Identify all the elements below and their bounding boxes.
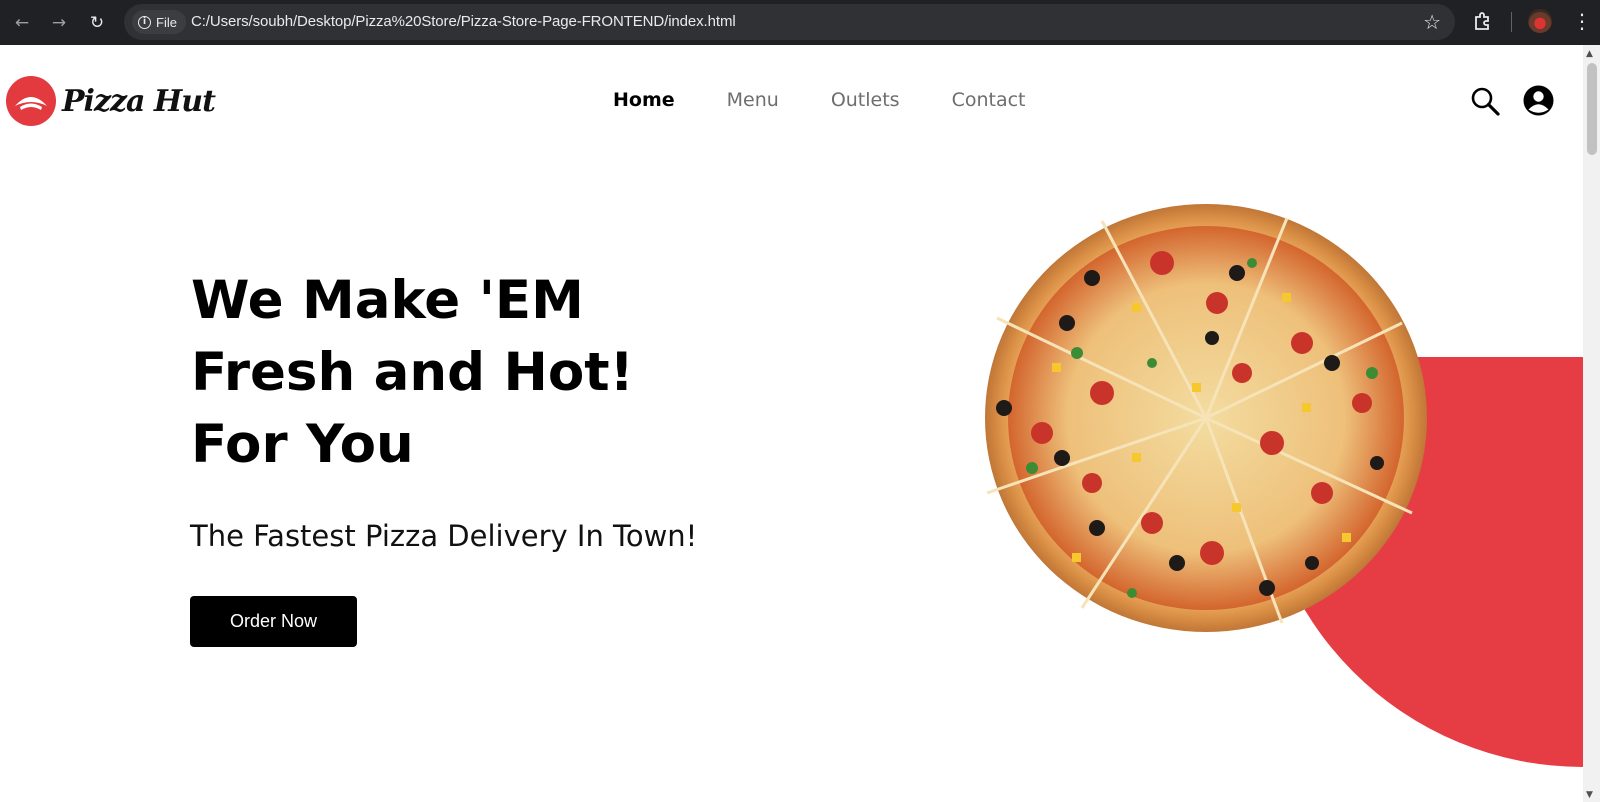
search-icon[interactable]: [1470, 86, 1500, 116]
hero-subtitle: The Fastest Pizza Delivery In Town!: [190, 519, 698, 553]
browser-menu-icon[interactable]: ⋮: [1572, 10, 1592, 32]
hero-title-line: We Make 'EM: [191, 270, 584, 331]
main-nav: Home Menu Outlets Contact: [613, 89, 1078, 111]
info-icon: i: [138, 15, 151, 29]
page-scrollbar[interactable]: ▲ ▼: [1583, 45, 1600, 802]
logo-wordmark: Pizza Hut: [62, 83, 216, 119]
logo[interactable]: Pizza Hut: [6, 76, 216, 126]
hero-title-line: Fresh and Hot!: [191, 342, 634, 403]
logo-roof-icon: [6, 76, 56, 126]
nav-menu[interactable]: Menu: [727, 89, 779, 111]
profile-avatar[interactable]: [1528, 9, 1552, 33]
scroll-up-arrow-icon[interactable]: ▲: [1586, 49, 1593, 59]
pizza-image: [985, 204, 1427, 632]
scroll-down-arrow-icon[interactable]: ▼: [1586, 790, 1593, 800]
bookmark-star-icon[interactable]: ☆: [1423, 10, 1441, 34]
url-text[interactable]: C:/Users/soubh/Desktop/Pizza%20Store/Piz…: [191, 13, 736, 30]
extensions-puzzle-icon[interactable]: [1472, 10, 1494, 32]
site-info-chip[interactable]: i File: [132, 10, 186, 34]
reload-icon[interactable]: ↻: [84, 10, 110, 36]
nav-home[interactable]: Home: [613, 89, 675, 111]
address-bar[interactable]: i File C:/Users/soubh/Desktop/Pizza%20St…: [124, 4, 1455, 40]
scroll-thumb[interactable]: [1587, 63, 1597, 155]
user-account-icon[interactable]: [1523, 85, 1554, 116]
page-viewport: Pizza Hut Home Menu Outlets Contact We M…: [0, 45, 1583, 802]
hero-title: We Make 'EM Fresh and Hot! For You: [191, 265, 751, 481]
nav-contact[interactable]: Contact: [952, 89, 1026, 111]
hero-title-line: For You: [191, 414, 414, 475]
toolbar-divider: [1511, 12, 1512, 32]
forward-arrow-icon[interactable]: →: [46, 10, 72, 36]
back-arrow-icon[interactable]: ←: [9, 10, 35, 36]
browser-toolbar: ← → ↻ i File C:/Users/soubh/Desktop/Pizz…: [0, 0, 1600, 45]
order-now-button[interactable]: Order Now: [190, 596, 357, 647]
file-chip-label: File: [156, 14, 177, 30]
nav-outlets[interactable]: Outlets: [831, 89, 900, 111]
